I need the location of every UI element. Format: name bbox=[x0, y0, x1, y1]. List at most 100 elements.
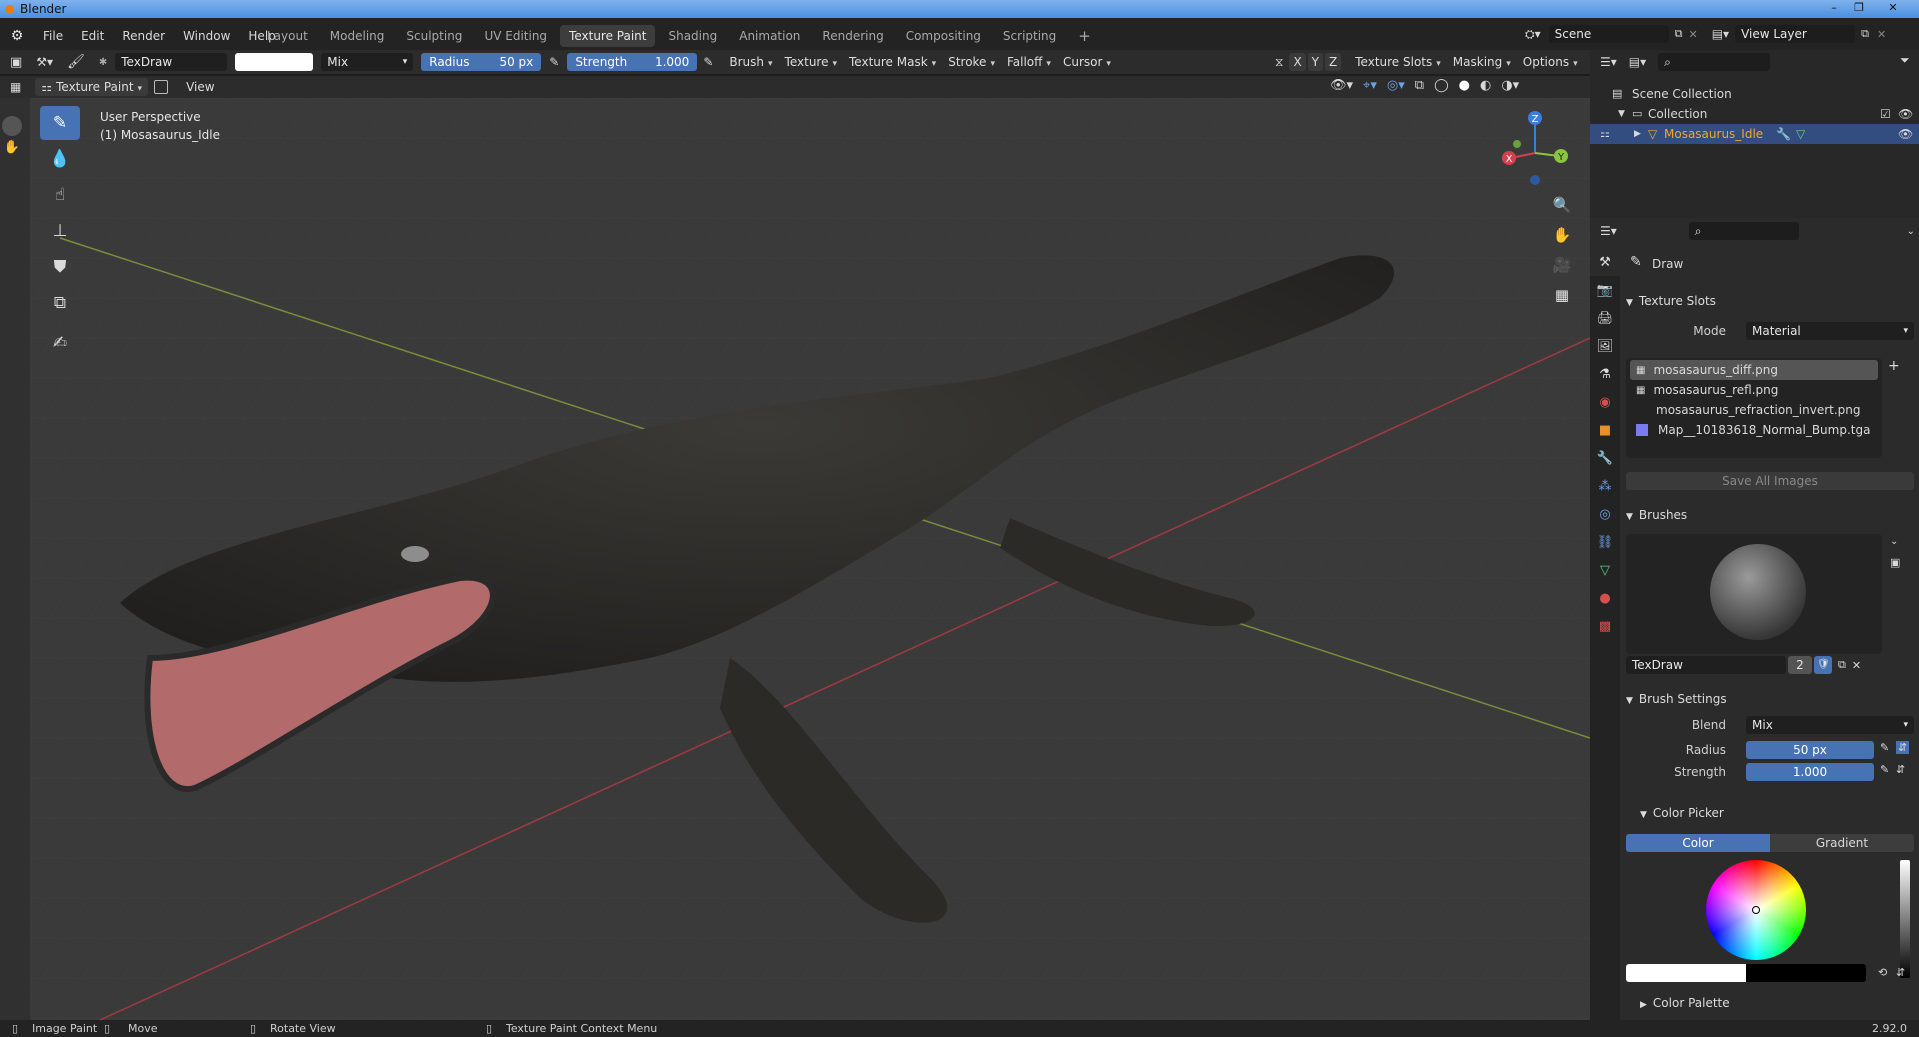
blender-menu-icon[interactable]: ⚙ bbox=[0, 28, 34, 44]
zoom-icon[interactable]: 🔍 bbox=[1549, 192, 1575, 218]
paint-mask-toggle[interactable] bbox=[154, 80, 169, 94]
navigation-gizmo[interactable]: Z X Y bbox=[1495, 108, 1575, 188]
world-tab-icon[interactable]: ◉ bbox=[1590, 388, 1620, 416]
tab-gradient[interactable]: Gradient bbox=[1770, 834, 1914, 852]
menu-file[interactable]: File bbox=[34, 18, 72, 54]
tab-texture-paint[interactable]: Texture Paint bbox=[560, 25, 656, 47]
brush-image-icon[interactable]: ▣ bbox=[1890, 556, 1900, 569]
brushes-header[interactable]: ▼ Brushes bbox=[1626, 508, 1687, 522]
ortho-grid-icon[interactable]: ▦ bbox=[1549, 282, 1575, 308]
tab-animation[interactable]: Animation bbox=[730, 25, 809, 47]
soften-tool-button[interactable]: 💧 bbox=[40, 142, 80, 176]
minimize-icon[interactable]: – bbox=[1823, 1, 1845, 16]
tab-compositing[interactable]: Compositing bbox=[897, 25, 990, 47]
view-layer-tab-icon[interactable]: 🖼 bbox=[1590, 332, 1620, 360]
radius-pressure-icon[interactable]: ✎ bbox=[1880, 741, 1889, 754]
material-shading-icon[interactable]: ◐ bbox=[1480, 78, 1491, 93]
camera-icon[interactable]: 🎥 bbox=[1549, 252, 1575, 278]
fake-user-icon[interactable]: 🛡 bbox=[1814, 656, 1832, 674]
mask-tool-button[interactable]: ⧉ bbox=[40, 286, 80, 320]
value-slider[interactable] bbox=[1900, 860, 1910, 978]
primary-color-swatch[interactable] bbox=[1626, 964, 1746, 982]
add-slot-button[interactable]: + bbox=[1888, 358, 1900, 374]
brush-list-expand-icon[interactable]: ⌄ bbox=[1890, 536, 1898, 547]
radius-slider[interactable]: Radius 50 px bbox=[421, 53, 542, 71]
tool-settings-icon[interactable]: ⚒▾ bbox=[36, 55, 53, 69]
scene-field[interactable]: Scene bbox=[1548, 25, 1669, 43]
tool-tab-icon[interactable]: ⚒ bbox=[1590, 248, 1620, 276]
object-row-mosasaurus[interactable]: ⚏ ▶ ▽ Mosasaurus_Idle 🔧 ▽ 👁 bbox=[1590, 124, 1919, 144]
fill-tool-button[interactable]: ⛊ bbox=[40, 250, 80, 284]
falloff-menu[interactable]: Falloff ▾ bbox=[1001, 53, 1057, 71]
scene-tab-icon[interactable]: ⚗ bbox=[1590, 360, 1620, 388]
color-cursor[interactable] bbox=[1752, 906, 1760, 914]
output-tab-icon[interactable]: 🖨 bbox=[1590, 304, 1620, 332]
collection-row[interactable]: ▼ ▭ Collection ☑ 👁 bbox=[1590, 104, 1919, 124]
brush-settings-header[interactable]: ▼ Brush Settings bbox=[1626, 692, 1727, 706]
texture-slot-item[interactable]: ▦ mosasaurus_diff.png bbox=[1630, 360, 1878, 380]
blend-dropdown[interactable]: Mix ▾ bbox=[1746, 716, 1914, 734]
maximize-icon[interactable]: ❐ bbox=[1848, 1, 1870, 16]
masking-menu[interactable]: Masking ▾ bbox=[1447, 53, 1517, 71]
brush-color-swatch[interactable] bbox=[235, 53, 314, 71]
strength-unit-icon[interactable]: ⇵ bbox=[1896, 763, 1905, 776]
tab-color[interactable]: Color bbox=[1626, 834, 1770, 852]
mirror-y-toggle[interactable]: Y bbox=[1307, 53, 1324, 71]
properties-editor-icon[interactable]: ☰▾ bbox=[1600, 224, 1617, 238]
menu-edit[interactable]: Edit bbox=[72, 18, 113, 54]
overlay-toggle-icon[interactable]: ◎▾ bbox=[1387, 78, 1405, 93]
tab-sculpting[interactable]: Sculpting bbox=[397, 25, 471, 47]
save-all-images-button[interactable]: Save All Images bbox=[1626, 472, 1914, 490]
copy-scene-icon[interactable]: ⧉ bbox=[1675, 27, 1683, 41]
copy-view-layer-icon[interactable]: ⧉ bbox=[1861, 27, 1869, 41]
view-layer-icon[interactable]: ▤▾ bbox=[1712, 27, 1729, 41]
texture-slot-item[interactable]: ▦ mosasaurus_refl.png bbox=[1626, 380, 1882, 400]
smear-tool-button[interactable]: ☝ bbox=[40, 178, 80, 212]
color-preview[interactable] bbox=[1626, 964, 1866, 982]
object-eye-icon[interactable]: 👁 bbox=[1898, 124, 1913, 144]
particles-tab-icon[interactable]: ⁂ bbox=[1590, 472, 1620, 500]
texture-menu[interactable]: Texture ▾ bbox=[779, 53, 843, 71]
tab-scripting[interactable]: Scripting bbox=[994, 25, 1065, 47]
secondary-color-swatch[interactable] bbox=[1746, 964, 1866, 982]
texture-slots-menu[interactable]: Texture Slots ▾ bbox=[1349, 53, 1447, 71]
strength-slider[interactable]: Strength 1.000 bbox=[567, 53, 698, 71]
pan-hand-icon[interactable]: ✋ bbox=[1549, 222, 1575, 248]
outliner-display-mode-icon[interactable]: ▤▾ bbox=[1629, 55, 1646, 69]
collection-checkbox[interactable]: ☑ bbox=[1880, 104, 1891, 124]
brush-menu[interactable]: Brush ▾ bbox=[723, 53, 778, 71]
texture-slots-header[interactable]: ▼ Texture Slots bbox=[1626, 294, 1716, 308]
close-icon[interactable]: ✕ bbox=[1882, 1, 1904, 16]
texture-tab-icon[interactable]: ▩ bbox=[1590, 612, 1620, 640]
strength-pressure-icon[interactable]: ✎ bbox=[703, 55, 713, 69]
material-tab-icon[interactable]: ● bbox=[1590, 584, 1620, 612]
3d-viewport[interactable] bbox=[30, 98, 1590, 1020]
symmetry-icon[interactable]: ⧖ bbox=[1275, 55, 1283, 70]
constraints-tab-icon[interactable]: ⛓ bbox=[1590, 528, 1620, 556]
physics-tab-icon[interactable]: ◎ bbox=[1590, 500, 1620, 528]
stroke-menu[interactable]: Stroke ▾ bbox=[942, 53, 1001, 71]
menu-window[interactable]: Window bbox=[174, 18, 239, 54]
collection-eye-icon[interactable]: 👁 bbox=[1898, 104, 1913, 124]
color-palette-header[interactable]: ▶ Color Palette bbox=[1640, 996, 1730, 1010]
swap-colors-icon[interactable]: ⟲ bbox=[1878, 966, 1887, 979]
render-tab-icon[interactable]: 📷 bbox=[1590, 276, 1620, 304]
draw-tool-button[interactable]: ✎ bbox=[40, 106, 80, 140]
duplicate-brush-icon[interactable]: ⧉ bbox=[1838, 658, 1846, 672]
tab-uv-editing[interactable]: UV Editing bbox=[475, 25, 556, 47]
texture-slot-item[interactable]: mosasaurus_refraction_invert.png bbox=[1626, 400, 1882, 420]
gizmo-toggle-icon[interactable]: ⌖▾ bbox=[1363, 78, 1377, 93]
visibility-icon[interactable]: 👁▾ bbox=[1330, 78, 1353, 93]
color-wheel[interactable] bbox=[1706, 860, 1806, 960]
unlink-brush-icon[interactable]: ✕ bbox=[1852, 659, 1861, 672]
tab-rendering[interactable]: Rendering bbox=[813, 25, 892, 47]
radius-unit-icon[interactable]: ⇵ bbox=[1896, 741, 1910, 754]
radius-slider[interactable]: 50 px bbox=[1746, 741, 1874, 759]
rendered-shading-icon[interactable]: ◑▾ bbox=[1501, 78, 1519, 93]
scene-collection-row[interactable]: ▤ Scene Collection bbox=[1590, 84, 1919, 104]
mode-dropdown[interactable]: ⚏ Texture Paint ▾ bbox=[35, 78, 149, 96]
paint-mode-icon[interactable]: ⚏ bbox=[1600, 124, 1610, 144]
tab-modeling[interactable]: Modeling bbox=[321, 25, 394, 47]
brush-users-count[interactable]: 2 bbox=[1788, 656, 1812, 674]
xray-toggle-icon[interactable]: ⧉ bbox=[1415, 78, 1424, 93]
